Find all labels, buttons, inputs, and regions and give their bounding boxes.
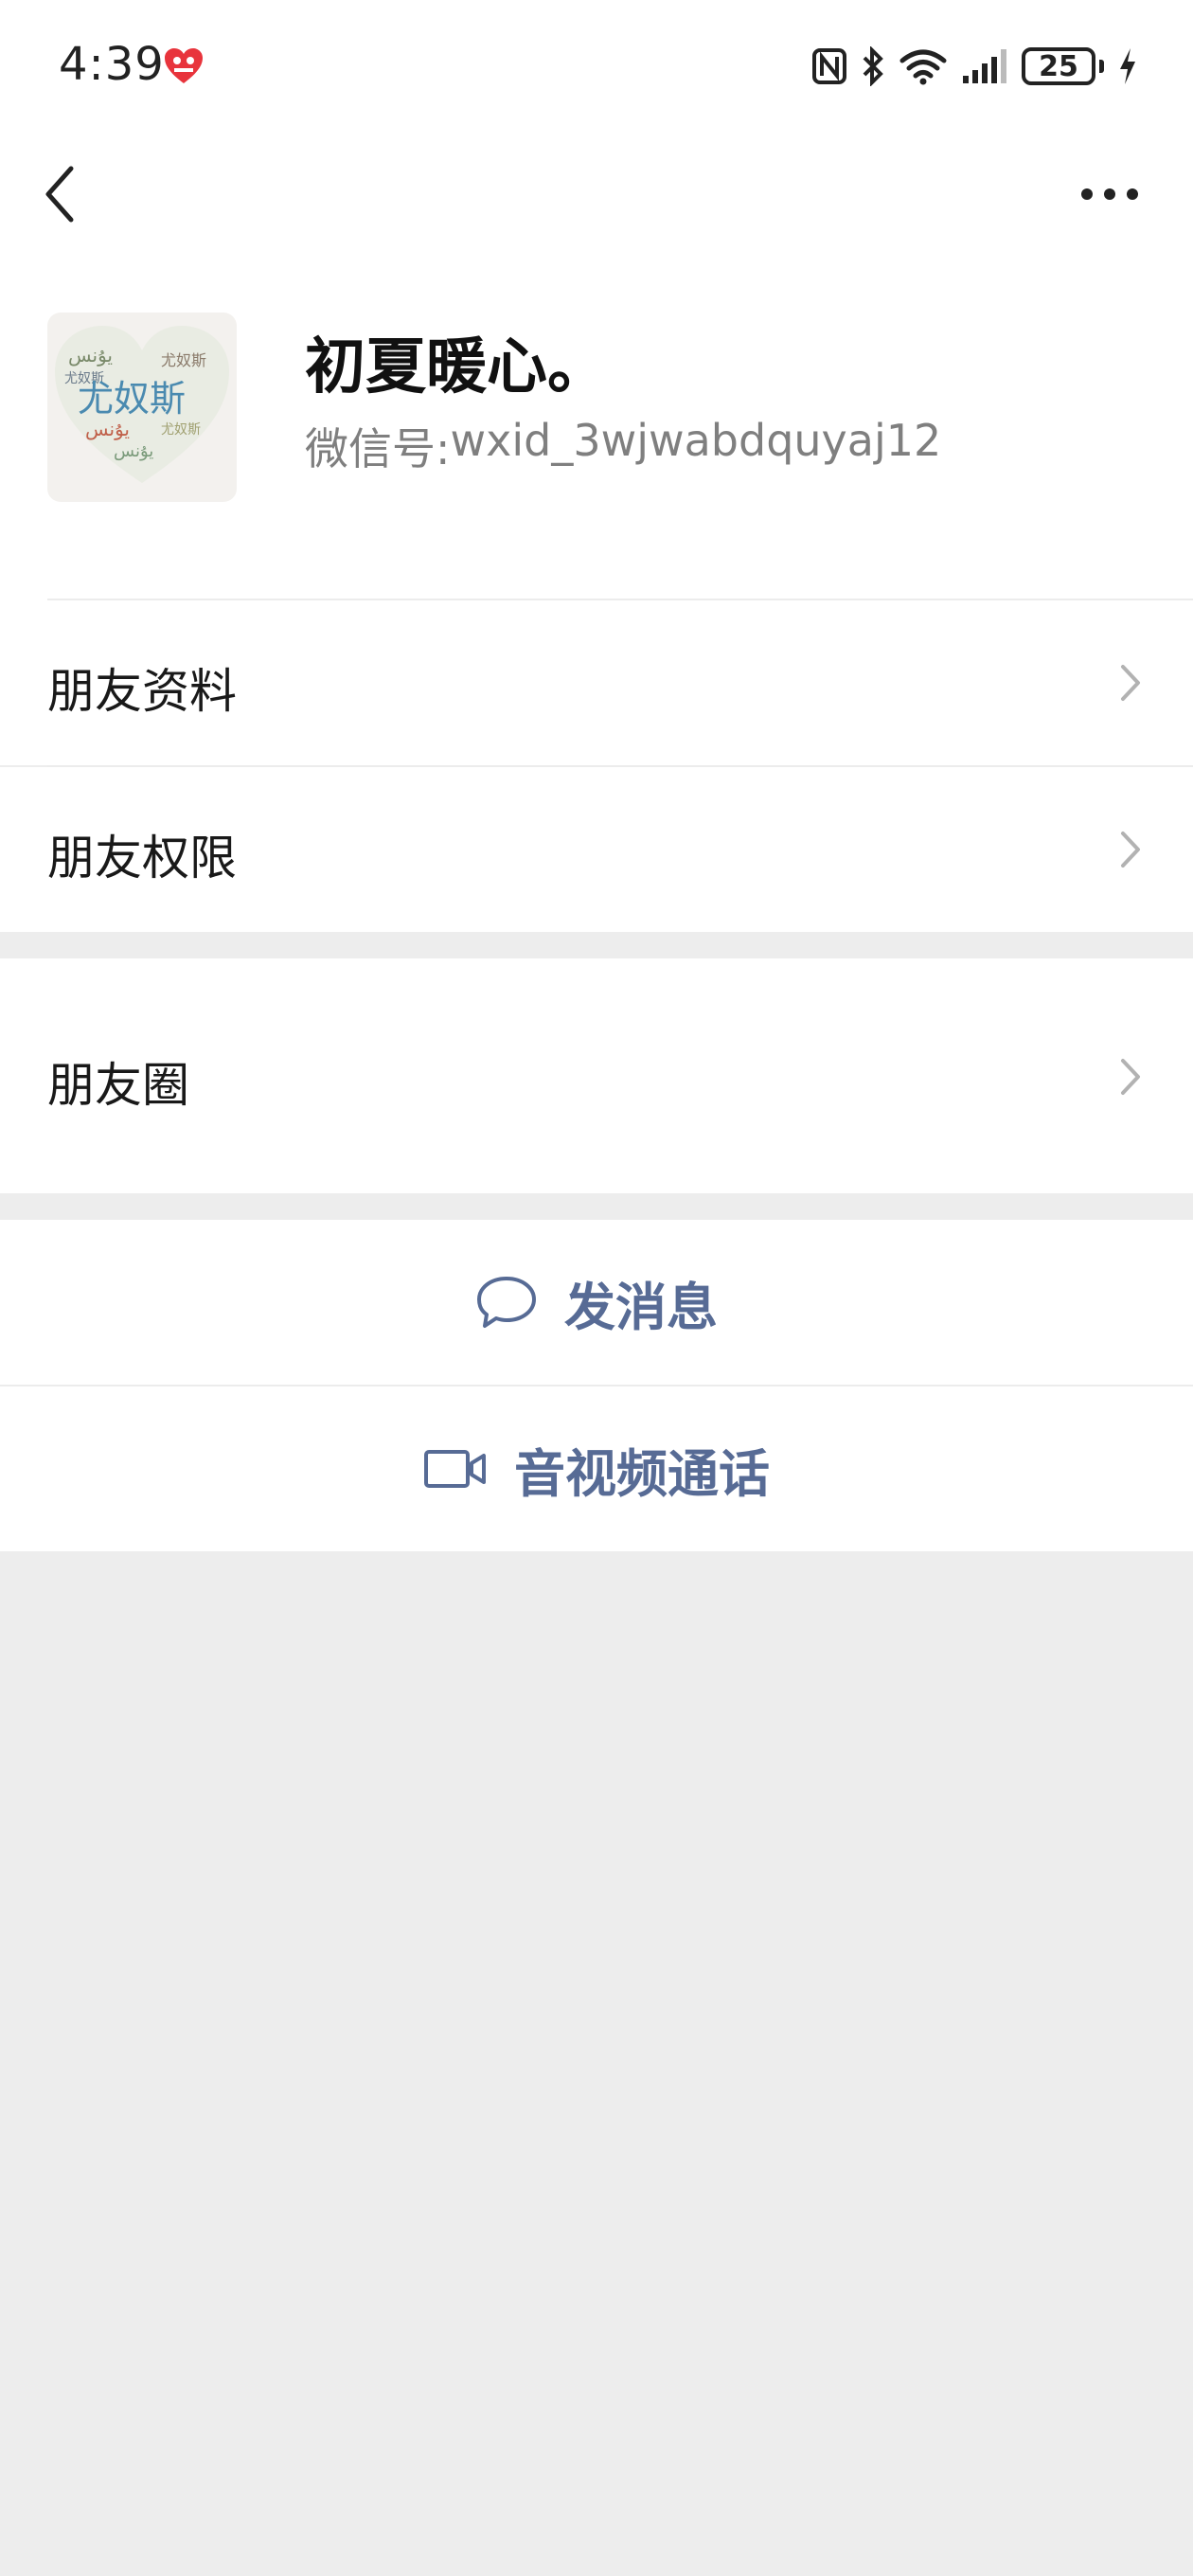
- svg-text:يۇنس: يۇنس: [68, 344, 113, 367]
- moments-label: 朋友圈: [47, 1058, 189, 1113]
- friend-permissions-label: 朋友权限: [47, 831, 237, 886]
- send-message-label: 发消息: [564, 1277, 718, 1337]
- svg-text:尤奴斯: 尤奴斯: [161, 351, 206, 369]
- svg-text:يۇنس: يۇنس: [85, 418, 130, 440]
- back-button[interactable]: [36, 161, 83, 227]
- status-icons: 25: [811, 42, 1138, 91]
- svg-text:尤奴斯: 尤奴斯: [161, 421, 201, 438]
- status-time: 4:39: [59, 38, 165, 91]
- friend-info-cell[interactable]: 朋友资料: [0, 600, 1193, 765]
- wechat-id-value: wxid_3wjwabdquyaj12: [450, 415, 942, 466]
- video-camera-icon: [424, 1450, 486, 1488]
- wechat-id-label: 微信号:: [305, 423, 451, 474]
- status-bar: 4:39 25: [0, 0, 1193, 133]
- wifi-icon: [899, 47, 948, 85]
- charging-icon: [1117, 46, 1138, 86]
- friend-info-label: 朋友资料: [47, 664, 237, 719]
- chevron-right-icon: [1121, 665, 1140, 701]
- signal-icon: [961, 47, 1008, 85]
- chevron-left-icon: [45, 166, 74, 223]
- video-call-button[interactable]: 音视频通话: [0, 1386, 1193, 1551]
- svg-text:يۇنس: يۇنس: [114, 441, 153, 461]
- video-call-label: 音视频通话: [514, 1443, 770, 1504]
- bluetooth-icon: [861, 46, 885, 86]
- friend-permissions-cell[interactable]: 朋友权限: [0, 767, 1193, 932]
- profile-name: 初夏暖心。: [305, 332, 608, 402]
- wechat-id: 微信号: wxid_3wjwabdquyaj12: [305, 415, 941, 477]
- svg-text:尤奴斯: 尤奴斯: [78, 378, 186, 420]
- moments-cell[interactable]: 朋友圈: [0, 958, 1193, 1193]
- avatar[interactable]: يۇنس 尤奴斯 尤奴斯 尤奴斯 يۇنس 尤奴斯 يۇنس: [47, 313, 237, 502]
- more-dots-icon: [1081, 188, 1138, 200]
- chat-bubble-icon: [477, 1277, 536, 1328]
- battery-tip: [1099, 60, 1104, 73]
- send-message-button[interactable]: 发消息: [0, 1220, 1193, 1385]
- battery-indicator: 25: [1022, 47, 1095, 85]
- more-button[interactable]: [1074, 170, 1146, 218]
- chevron-right-icon: [1121, 832, 1140, 868]
- chevron-right-icon: [1121, 1059, 1140, 1095]
- notification-heart-icon: [163, 47, 205, 89]
- nfc-icon: [811, 47, 847, 85]
